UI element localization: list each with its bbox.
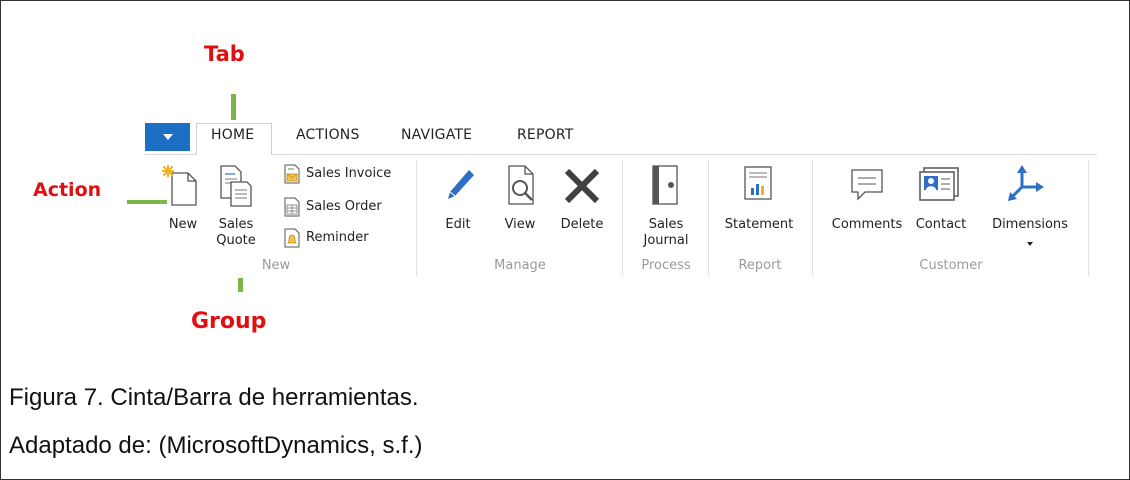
reminder-icon — [283, 228, 301, 248]
annotation-group: Group — [191, 309, 267, 334]
group-separator — [1088, 160, 1089, 276]
dimensions-axes-icon[interactable] — [1006, 163, 1050, 205]
figure-caption: Figura 7. Cinta/Barra de herramientas. — [9, 384, 419, 411]
comments-button[interactable]: Comments — [826, 217, 908, 233]
tab-navigate[interactable]: NAVIGATE — [401, 127, 472, 143]
tab-actions[interactable]: ACTIONS — [296, 127, 360, 143]
sales-quote-label-line1: Sales — [218, 217, 254, 232]
sales-quote-button[interactable]: Sales Quote — [214, 217, 258, 249]
sales-invoice-button[interactable]: Sales Invoice — [306, 166, 391, 181]
ribbon: HOME ACTIONS NAVIGATE REPORT New Sales Q… — [0, 0, 1130, 300]
sales-order-icon — [283, 197, 301, 217]
sales-journal-book-icon[interactable] — [649, 163, 683, 207]
figure-source: Adaptado de: (MicrosoftDynamics, s.f.) — [9, 432, 423, 459]
sales-journal-button[interactable]: Sales Journal — [640, 217, 692, 249]
edit-button[interactable]: Edit — [438, 217, 478, 233]
sales-order-button[interactable]: Sales Order — [306, 199, 382, 214]
contact-button[interactable]: Contact — [910, 217, 972, 233]
group-label-customer: Customer — [919, 258, 983, 273]
group-separator — [622, 160, 623, 276]
group-label-process: Process — [641, 258, 691, 273]
sales-quote-icon[interactable] — [217, 164, 253, 208]
new-document-icon[interactable] — [160, 163, 200, 207]
chevron-down-icon[interactable] — [1026, 236, 1034, 246]
group-label-manage: Manage — [494, 258, 546, 273]
reminder-button[interactable]: Reminder — [306, 230, 369, 245]
chevron-down-icon — [163, 134, 173, 140]
tab-home[interactable]: HOME — [211, 127, 254, 143]
group-label-new: New — [261, 258, 291, 273]
contact-card-icon[interactable] — [918, 164, 962, 204]
dimensions-button[interactable]: Dimensions — [982, 217, 1078, 233]
statement-report-icon[interactable] — [741, 164, 775, 206]
ribbon-divider — [145, 154, 1097, 155]
app-menu-button[interactable] — [145, 123, 190, 151]
new-button[interactable]: New — [160, 217, 206, 233]
group-separator — [708, 160, 709, 276]
view-button[interactable]: View — [498, 217, 542, 233]
comments-speech-icon[interactable] — [848, 166, 886, 204]
group-label-report: Report — [738, 258, 782, 273]
sales-quote-label-line2: Quote — [216, 233, 256, 248]
sales-invoice-icon — [283, 164, 301, 184]
delete-button[interactable]: Delete — [556, 217, 608, 233]
statement-button[interactable]: Statement — [716, 217, 802, 233]
sales-journal-label-line2: Journal — [643, 233, 689, 248]
sales-journal-label-line1: Sales — [648, 217, 684, 232]
group-separator — [812, 160, 813, 276]
group-separator — [416, 160, 417, 276]
delete-x-icon[interactable] — [562, 166, 602, 206]
view-magnifier-icon[interactable] — [503, 163, 543, 207]
edit-pencil-icon[interactable] — [443, 166, 477, 206]
tab-report[interactable]: REPORT — [517, 127, 574, 143]
